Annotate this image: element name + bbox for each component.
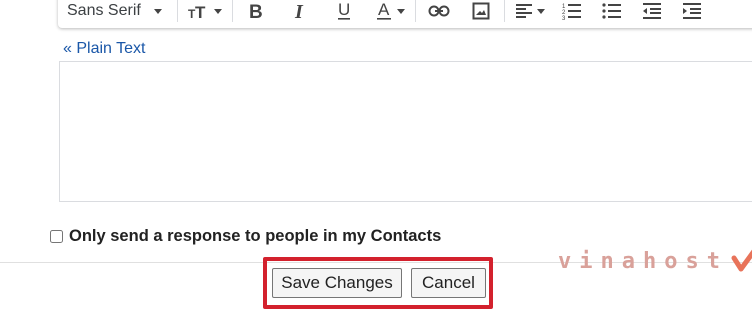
numbered-list-button[interactable]: 123 <box>555 0 589 25</box>
watermark-text: vinahost <box>558 249 728 274</box>
response-editor[interactable] <box>59 61 752 202</box>
save-changes-button[interactable]: Save Changes <box>272 268 402 298</box>
formatting-toolbar: Sans Serif TT B I U A 1 2 3 <box>58 0 752 28</box>
insert-link-button[interactable] <box>422 0 456 25</box>
bold-icon: B <box>247 1 265 21</box>
contacts-only-checkbox[interactable] <box>50 230 63 243</box>
numbered-list-icon: 123 <box>562 2 582 20</box>
svg-text:B: B <box>249 2 263 21</box>
align-icon <box>515 3 533 19</box>
watermark-logo: vinahost <box>558 244 752 279</box>
indent-more-button[interactable] <box>675 0 709 25</box>
underline-icon: U <box>335 0 353 22</box>
svg-text:U: U <box>338 0 350 19</box>
indent-less-icon <box>642 2 662 20</box>
text-color-button[interactable]: A <box>371 0 409 25</box>
chevron-down-icon <box>153 8 162 14</box>
font-family-select[interactable]: Sans Serif <box>58 0 171 28</box>
font-size-icon: TT <box>188 2 210 20</box>
link-icon <box>428 4 450 18</box>
italic-button[interactable]: I <box>283 0 317 25</box>
text-color-icon: A <box>375 0 393 22</box>
contacts-only-option: Only send a response to people in my Con… <box>50 227 441 246</box>
toolbar-divider <box>503 0 505 22</box>
chevron-down-icon <box>213 8 222 14</box>
chevron-down-icon <box>396 8 405 14</box>
checkmark-icon <box>730 244 752 279</box>
indent-less-button[interactable] <box>635 0 669 25</box>
svg-text:3: 3 <box>562 16 566 20</box>
italic-icon: I <box>291 1 309 21</box>
bold-button[interactable]: B <box>239 0 273 25</box>
font-size-button[interactable]: TT <box>184 0 226 25</box>
font-family-label: Sans Serif <box>67 2 141 19</box>
bulleted-list-icon <box>602 2 622 20</box>
toolbar-divider <box>231 0 233 22</box>
image-icon <box>472 2 490 20</box>
contacts-only-label: Only send a response to people in my Con… <box>69 227 442 245</box>
plain-text-link[interactable]: « Plain Text <box>63 40 145 58</box>
toolbar-divider <box>414 0 416 22</box>
align-button[interactable] <box>511 0 549 25</box>
bulleted-list-button[interactable] <box>595 0 629 25</box>
svg-text:A: A <box>378 0 390 19</box>
chevron-down-icon <box>536 8 545 14</box>
svg-text:I: I <box>294 1 304 21</box>
toolbar-divider <box>176 0 178 22</box>
indent-more-icon <box>682 2 702 20</box>
cancel-button[interactable]: Cancel <box>411 268 486 298</box>
insert-image-button[interactable] <box>464 0 498 25</box>
underline-button[interactable]: U <box>327 0 361 25</box>
svg-text:T: T <box>195 3 206 20</box>
